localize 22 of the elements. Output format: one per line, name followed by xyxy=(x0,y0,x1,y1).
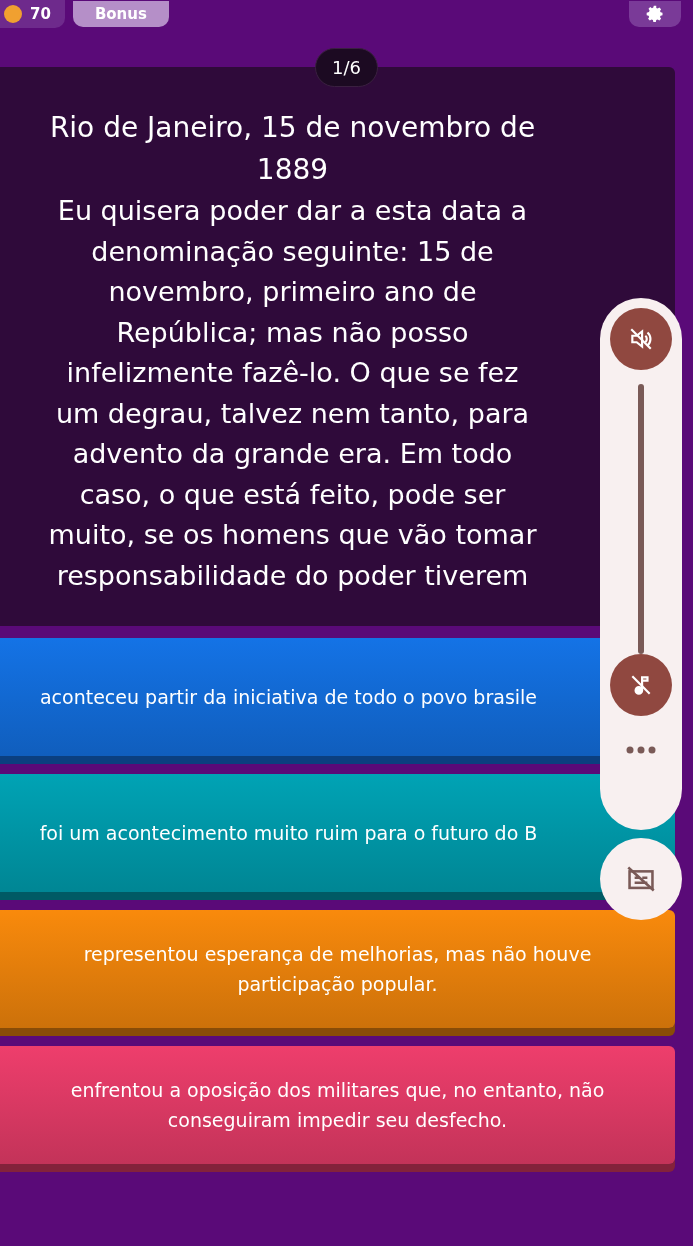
passage-line: responsabilidade do poder tiverem xyxy=(55,558,530,593)
passage-line: República; mas não posso xyxy=(115,315,470,350)
captions-off-icon xyxy=(625,865,657,893)
settings-button[interactable] xyxy=(629,1,681,27)
passage-line: denominação seguinte: 15 de xyxy=(90,234,495,269)
volume-slider[interactable] xyxy=(610,384,672,716)
coin-icon xyxy=(4,5,22,23)
passage-line: um degrau, talvez nem tanto, para xyxy=(54,396,531,431)
more-icon[interactable] xyxy=(626,746,656,754)
passage-line: advento da grande era. Em todo xyxy=(71,437,514,471)
speaker-muted-icon xyxy=(628,326,654,352)
passage-line: muito, se os homens que vão tomar xyxy=(47,518,538,552)
bonus-button[interactable]: Bonus xyxy=(72,1,169,27)
mute-button[interactable] xyxy=(610,308,672,370)
passage-line: caso, o que está feito, pode ser xyxy=(78,477,507,512)
question-counter: 1/6 xyxy=(315,48,378,87)
passage-line: infelizmente fazê-lo. O que se fez xyxy=(65,356,520,390)
coin-count: 70 xyxy=(30,5,51,23)
passage-line: Eu quisera poder dar a esta data a xyxy=(56,194,529,228)
passage-title: Rio de Janeiro, 15 de novembro de 1889 xyxy=(48,110,537,188)
settings-icon xyxy=(645,4,665,24)
passage-line: novembro, primeiro ano de xyxy=(107,275,478,309)
